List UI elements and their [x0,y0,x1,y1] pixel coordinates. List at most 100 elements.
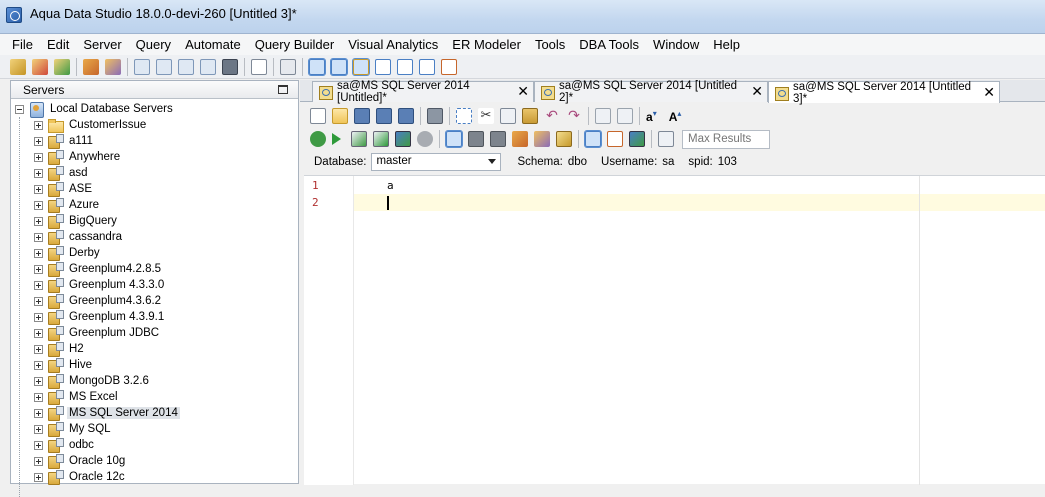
save-as-icon[interactable] [376,108,392,124]
menu-er-modeler[interactable]: ER Modeler [452,37,521,52]
tree-item[interactable]: MongoDB 3.2.6 [34,373,151,389]
expand-icon[interactable] [34,184,43,194]
find-replace-icon[interactable] [617,108,633,124]
cut-icon[interactable]: ✂ [478,108,494,124]
expand-icon[interactable] [34,120,43,130]
client-statistics-icon[interactable] [556,131,572,147]
results-split-icon[interactable] [607,131,623,147]
tree-item[interactable]: asd [34,165,90,181]
tab-untitled[interactable]: sa@MS SQL Server 2014 [Untitled]* ✕ [312,80,534,104]
results-text-icon[interactable] [445,130,463,148]
layout-3-icon[interactable] [352,57,370,76]
rollback-icon[interactable] [490,131,506,147]
compare-icon[interactable] [200,58,216,75]
close-icon[interactable]: ✕ [517,85,529,99]
menu-file[interactable]: File [12,37,33,52]
expand-icon[interactable] [34,264,43,274]
auto-commit-icon[interactable] [512,131,528,147]
layout-5-icon[interactable] [397,58,413,75]
connect-icon[interactable] [54,58,70,75]
query-analyzer-icon[interactable] [134,58,150,75]
execute-selection-icon[interactable] [373,131,389,147]
menu-help[interactable]: Help [713,37,740,52]
new-query-icon[interactable] [310,108,326,124]
scripts-icon[interactable] [280,58,296,75]
expand-icon[interactable] [34,152,43,162]
tree-item-selected[interactable]: MS SQL Server 2014 [34,405,180,421]
code-line[interactable]: a [354,177,1045,194]
expand-icon[interactable] [34,344,43,354]
layout-4-icon[interactable] [375,58,391,75]
menu-tools[interactable]: Tools [535,37,565,52]
expand-icon[interactable] [34,360,43,370]
layout-2-icon[interactable] [330,57,348,76]
expand-icon[interactable] [34,392,43,402]
increase-font-button[interactable]: A▴ [669,109,682,124]
close-icon[interactable]: ✕ [751,85,763,99]
restore-icon[interactable] [278,85,288,94]
tree-item[interactable]: Greenplum4.2.8.5 [34,261,163,277]
database-select[interactable]: master [371,153,502,171]
expand-icon[interactable] [34,296,43,306]
menu-automate[interactable]: Automate [185,37,241,52]
results-grid-icon[interactable] [584,130,602,148]
menu-window[interactable]: Window [653,37,699,52]
open-file-icon[interactable] [332,108,348,124]
expand-icon[interactable] [34,168,43,178]
tree-item[interactable]: Greenplum 4.3.9.1 [34,309,166,325]
undo-icon[interactable]: ↶ [544,108,560,124]
expand-icon[interactable] [34,424,43,434]
new-file-icon[interactable] [251,58,267,75]
tree-item[interactable]: Hive [34,357,94,373]
select-all-icon[interactable] [456,108,472,124]
tree-item[interactable]: Derby [34,245,102,261]
commit-icon[interactable] [468,131,484,147]
expand-icon[interactable] [34,200,43,210]
tree-item[interactable]: Greenplum4.3.6.2 [34,293,163,309]
save-all-icon[interactable] [398,108,414,124]
schema-browser-icon[interactable] [156,58,172,75]
tab-untitled-3[interactable]: sa@MS SQL Server 2014 [Untitled 3]* ✕ [768,81,1000,105]
paste-icon[interactable] [522,108,538,124]
copy-icon[interactable] [500,108,516,124]
register-server-icon[interactable] [10,58,26,75]
menu-visual-analytics[interactable]: Visual Analytics [348,37,438,52]
find-icon[interactable] [178,58,194,75]
expand-icon[interactable] [34,280,43,290]
tree-item[interactable]: Azure [34,197,101,213]
expand-icon[interactable] [34,328,43,338]
layout-6-icon[interactable] [419,58,435,75]
redo-icon[interactable]: ↷ [566,108,582,124]
max-results-input[interactable] [682,129,770,149]
expand-icon[interactable] [34,136,43,146]
dba-icon[interactable] [222,58,238,75]
tree-item[interactable]: Greenplum 4.3.3.0 [34,277,166,293]
tree-item[interactable]: My SQL [34,421,113,437]
find-icon[interactable] [595,108,611,124]
tab-untitled-2[interactable]: sa@MS SQL Server 2014 [Untitled 2]* ✕ [534,80,768,104]
stop-icon[interactable] [417,131,433,147]
results-tabs-icon[interactable] [629,131,645,147]
tree-item[interactable]: odbc [34,437,96,453]
expand-icon[interactable] [34,216,43,226]
tree-item[interactable]: Oracle 12c [34,469,127,485]
menu-server[interactable]: Server [83,37,121,52]
tree-item[interactable]: CustomerIssue [34,117,148,133]
execute-icon[interactable] [332,133,341,145]
edit-server-icon[interactable] [83,58,99,75]
save-icon[interactable] [354,108,370,124]
tree-item[interactable]: MS Excel [34,389,120,405]
server-properties-icon[interactable] [105,58,121,75]
expand-icon[interactable] [34,232,43,242]
menu-query[interactable]: Query [136,37,171,52]
close-icon[interactable]: ✕ [983,86,995,100]
expand-icon[interactable] [34,472,43,482]
collapse-icon[interactable] [15,104,24,114]
tree-item[interactable]: Anywhere [34,149,122,165]
tree-item[interactable]: Greenplum JDBC [34,325,161,341]
unregister-server-icon[interactable] [32,58,48,75]
layout-1-icon[interactable] [308,57,326,76]
expand-icon[interactable] [34,456,43,466]
print-icon[interactable] [427,108,443,124]
expand-icon[interactable] [34,376,43,386]
